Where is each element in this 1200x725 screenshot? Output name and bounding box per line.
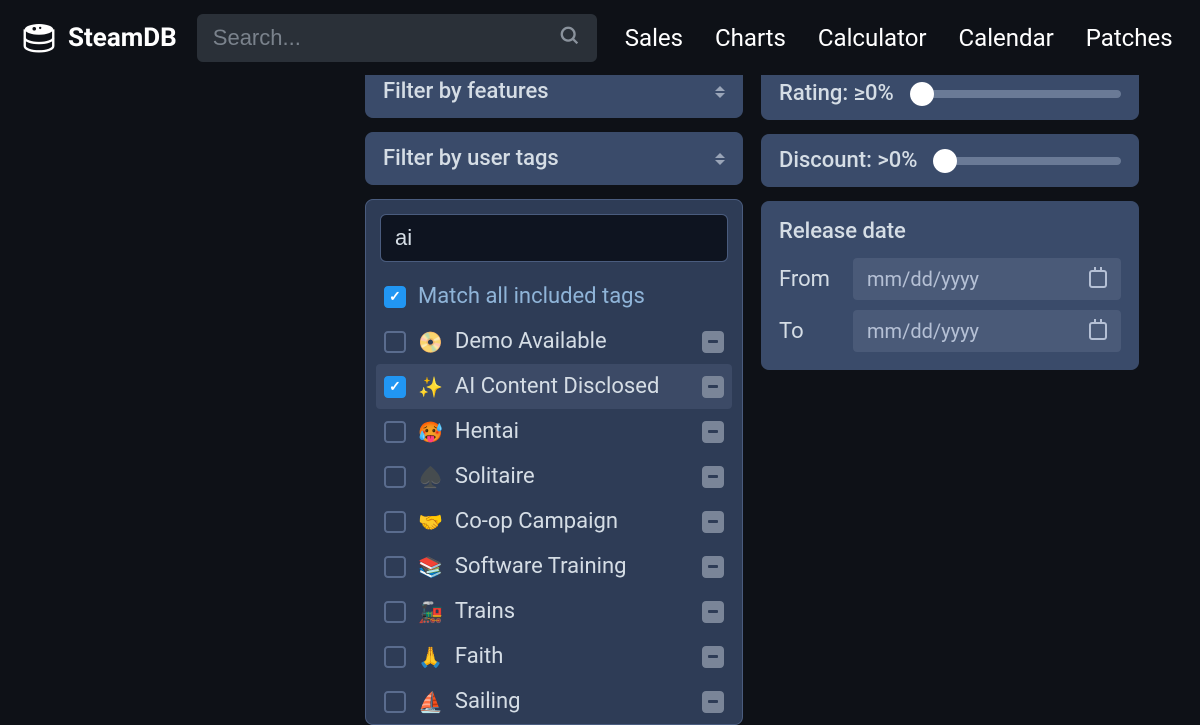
content: Filter by features Filter by user tags M…: [0, 75, 1200, 725]
discount-label: Discount: >0%: [779, 148, 917, 173]
rating-slider-panel: Rating: ≥0%: [761, 75, 1139, 120]
steamdb-logo-icon: [20, 19, 58, 57]
tag-item[interactable]: 🥵 Hentai: [376, 409, 732, 454]
tag-exclude-button[interactable]: [702, 646, 724, 668]
search-input[interactable]: [197, 14, 597, 62]
rating-slider[interactable]: [914, 90, 1121, 98]
tag-exclude-button[interactable]: [702, 466, 724, 488]
date-to-row: To mm/dd/yyyy: [779, 310, 1121, 352]
dropdown-arrows-icon: [715, 86, 725, 98]
date-to-placeholder: mm/dd/yyyy: [867, 319, 979, 343]
tag-checkbox[interactable]: [384, 691, 406, 713]
date-from-row: From mm/dd/yyyy: [779, 258, 1121, 300]
tag-label: Software Training: [455, 554, 690, 579]
tag-exclude-button[interactable]: [702, 511, 724, 533]
tag-item[interactable]: 🤝 Co-op Campaign: [376, 499, 732, 544]
date-to-label: To: [779, 319, 839, 344]
date-from-label: From: [779, 267, 839, 292]
tag-label: Sailing: [455, 689, 690, 714]
nav-links: Sales Charts Calculator Calendar Patches: [625, 24, 1173, 52]
tag-item[interactable]: 📀 Demo Available: [376, 319, 732, 364]
tag-emoji-icon: 📚: [418, 555, 443, 579]
match-all-checkbox[interactable]: [384, 286, 406, 308]
tag-label: Co-op Campaign: [455, 509, 690, 534]
match-all-label: Match all included tags: [418, 284, 724, 309]
nav-calendar[interactable]: Calendar: [959, 24, 1054, 52]
dropdown-arrows-icon: [715, 153, 725, 165]
search-bar: [197, 14, 597, 62]
tag-item[interactable]: 🙏 Faith: [376, 634, 732, 679]
tag-exclude-button[interactable]: [702, 691, 724, 713]
date-from-input[interactable]: mm/dd/yyyy: [853, 258, 1121, 300]
tag-exclude-button[interactable]: [702, 556, 724, 578]
site-name: SteamDB: [68, 23, 177, 53]
nav-sales[interactable]: Sales: [625, 24, 683, 52]
tag-checkbox[interactable]: [384, 331, 406, 353]
tag-checkbox[interactable]: [384, 376, 406, 398]
right-column: Rating: ≥0% Discount: >0% Release date F…: [761, 75, 1139, 725]
calendar-icon: [1089, 270, 1107, 288]
tag-exclude-button[interactable]: [702, 331, 724, 353]
tag-emoji-icon: ✨: [418, 375, 443, 399]
tag-search-input[interactable]: [380, 214, 728, 262]
tag-emoji-icon: 🤝: [418, 510, 443, 534]
release-date-panel: Release date From mm/dd/yyyy To mm/dd/yy…: [761, 201, 1139, 370]
tag-item[interactable]: 📚 Software Training: [376, 544, 732, 589]
match-all-row[interactable]: Match all included tags: [376, 274, 732, 319]
rating-label: Rating: ≥0%: [779, 81, 894, 106]
tag-label: Demo Available: [455, 329, 690, 354]
filter-features-dropdown[interactable]: Filter by features: [365, 75, 743, 118]
tag-checkbox[interactable]: [384, 601, 406, 623]
left-column: Filter by features Filter by user tags M…: [365, 75, 743, 725]
filter-tags-dropdown[interactable]: Filter by user tags: [365, 132, 743, 185]
tag-item[interactable]: ⛵ Sailing: [376, 679, 732, 724]
date-from-placeholder: mm/dd/yyyy: [867, 267, 979, 291]
discount-slider-thumb[interactable]: [933, 149, 957, 173]
discount-slider[interactable]: [937, 157, 1121, 165]
tag-item[interactable]: ♠️ Solitaire: [376, 454, 732, 499]
tag-emoji-icon: 🚂: [418, 600, 443, 624]
tag-label: Hentai: [455, 419, 690, 444]
nav-calculator[interactable]: Calculator: [818, 24, 927, 52]
tag-emoji-icon: 📀: [418, 330, 443, 354]
nav-charts[interactable]: Charts: [715, 24, 786, 52]
tag-emoji-icon: ⛵: [418, 690, 443, 714]
tag-label: Solitaire: [455, 464, 690, 489]
discount-slider-panel: Discount: >0%: [761, 134, 1139, 187]
tag-exclude-button[interactable]: [702, 376, 724, 398]
tags-panel: Match all included tags 📀 Demo Available ✨…: [365, 199, 743, 725]
tag-checkbox[interactable]: [384, 421, 406, 443]
logo[interactable]: SteamDB: [20, 19, 177, 57]
tag-emoji-icon: 🙏: [418, 645, 443, 669]
tag-item[interactable]: 🚂 Trains: [376, 589, 732, 634]
tag-checkbox[interactable]: [384, 466, 406, 488]
tag-exclude-button[interactable]: [702, 421, 724, 443]
tag-emoji-icon: 🥵: [418, 420, 443, 444]
tag-checkbox[interactable]: [384, 511, 406, 533]
tag-checkbox[interactable]: [384, 646, 406, 668]
nav-patches[interactable]: Patches: [1086, 24, 1173, 52]
date-to-input[interactable]: mm/dd/yyyy: [853, 310, 1121, 352]
filter-tags-label: Filter by user tags: [383, 146, 559, 171]
tag-label: Trains: [455, 599, 690, 624]
tag-checkbox[interactable]: [384, 556, 406, 578]
header: SteamDB Sales Charts Calculator Calendar…: [0, 0, 1200, 75]
calendar-icon: [1089, 322, 1107, 340]
filter-features-label: Filter by features: [383, 79, 549, 104]
release-date-title: Release date: [779, 219, 1121, 244]
search-icon[interactable]: [559, 25, 581, 51]
tag-emoji-icon: ♠️: [418, 465, 443, 489]
tag-label: AI Content Disclosed: [455, 374, 690, 399]
tag-label: Faith: [455, 644, 690, 669]
tag-item[interactable]: ✨ AI Content Disclosed: [376, 364, 732, 409]
tag-exclude-button[interactable]: [702, 601, 724, 623]
rating-slider-thumb[interactable]: [910, 82, 934, 106]
